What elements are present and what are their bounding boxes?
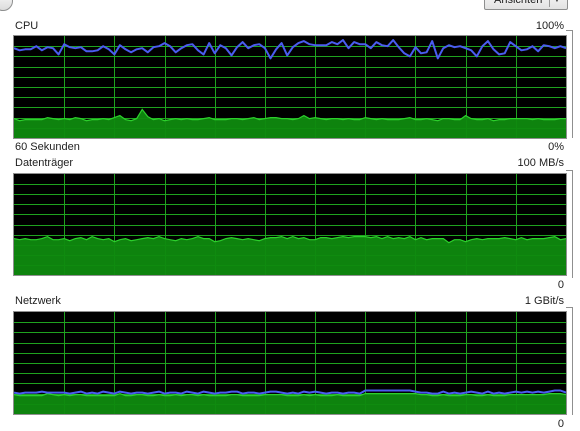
disk-axis-line bbox=[572, 170, 573, 278]
cpu-area-fill bbox=[14, 109, 566, 138]
network-title: Netzwerk bbox=[15, 295, 61, 307]
views-dropdown-button[interactable]: Ansichten ▼ bbox=[484, 0, 568, 10]
cpu-min-label: 0% bbox=[548, 141, 564, 153]
cpu-time-label: 60 Sekunden bbox=[15, 141, 80, 153]
disk-min-label: 0 bbox=[557, 279, 564, 291]
cpu-axis-line bbox=[572, 30, 573, 138]
cpu-graph bbox=[13, 35, 567, 139]
network-graph bbox=[13, 311, 567, 415]
disk-chart-svg bbox=[14, 174, 566, 275]
disk-area-fill bbox=[14, 236, 566, 275]
network-max-label: 1 GBit/s bbox=[524, 295, 564, 307]
chevron-down-icon[interactable]: ▼ bbox=[553, 0, 561, 9]
network-axis-line bbox=[572, 307, 573, 415]
network-chart-svg bbox=[14, 312, 566, 414]
views-button-label: Ansichten bbox=[494, 0, 543, 6]
toolbar: Ansichten ▼ bbox=[0, 0, 580, 12]
cpu-max-label: 100% bbox=[535, 20, 564, 32]
disk-max-label: 100 MB/s bbox=[517, 157, 564, 169]
cpu-series-line bbox=[14, 39, 566, 60]
network-min-label: 0 bbox=[557, 418, 564, 430]
dropdown-separator bbox=[549, 0, 550, 7]
cpu-chart-svg bbox=[14, 36, 566, 138]
cpu-title: CPU bbox=[15, 20, 39, 32]
network-area-fill bbox=[14, 393, 566, 414]
cpu-area-line bbox=[14, 108, 566, 122]
network-series-line bbox=[14, 389, 566, 395]
disk-graph bbox=[13, 173, 567, 276]
back-button[interactable] bbox=[0, 0, 13, 11]
disk-title: Datenträger bbox=[15, 157, 74, 169]
